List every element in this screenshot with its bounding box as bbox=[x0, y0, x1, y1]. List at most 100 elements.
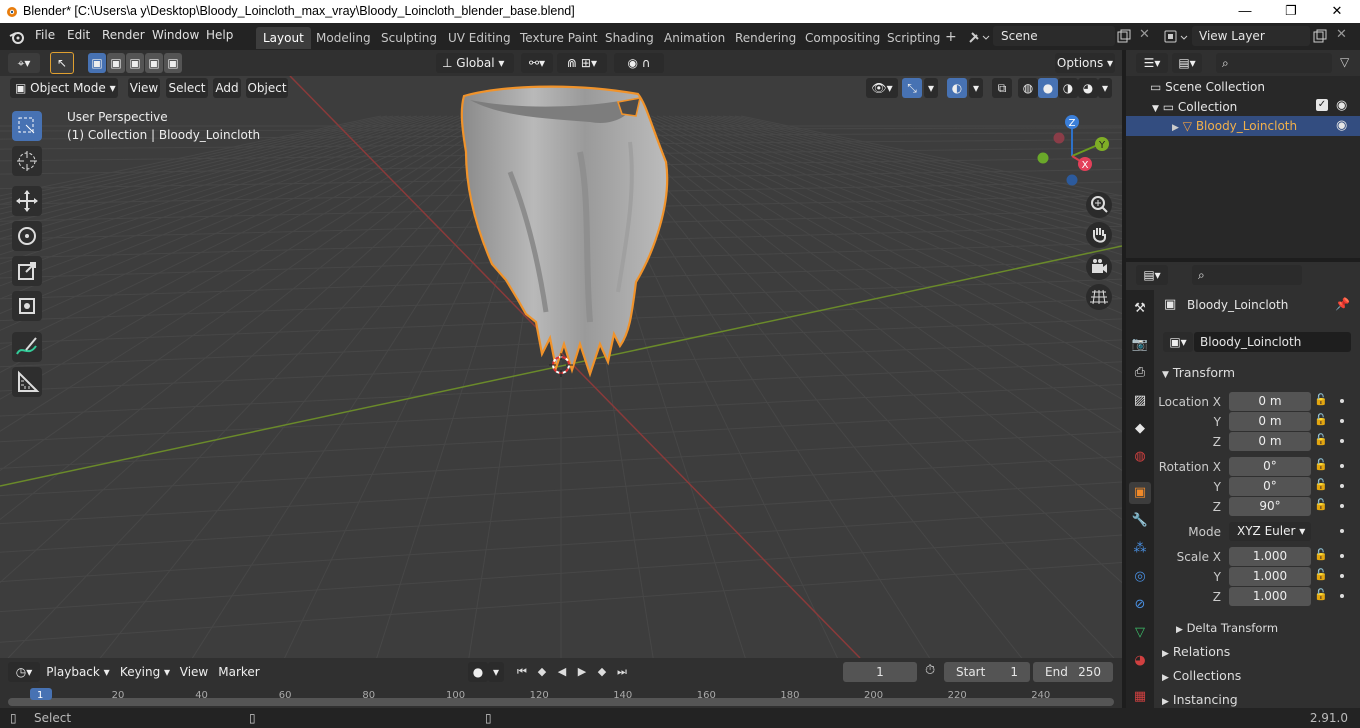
delta-transform-subpanel[interactable]: ▶ Delta Transform bbox=[1176, 621, 1278, 635]
keyframe-dot[interactable] bbox=[1340, 504, 1344, 508]
gizmo-dropdown[interactable]: ▾ bbox=[924, 78, 938, 98]
proportional-editing-controls[interactable]: ◉ ∩ bbox=[614, 53, 664, 73]
rotation-y-field[interactable]: 0° bbox=[1229, 477, 1311, 496]
remove-view-layer-icon[interactable]: ✕ bbox=[1336, 27, 1347, 42]
keyframe-dot[interactable] bbox=[1340, 419, 1344, 423]
add-workspace-icon[interactable]: + bbox=[945, 29, 957, 45]
rotation-x-field[interactable]: 0° bbox=[1229, 457, 1311, 476]
collection-visibility-icon[interactable]: ◉ bbox=[1336, 98, 1347, 113]
texture-tab-icon[interactable]: ▦ bbox=[1129, 686, 1151, 708]
location-z-field[interactable]: 0 m bbox=[1229, 432, 1311, 451]
camera-view-button[interactable] bbox=[1086, 254, 1112, 280]
transform-orientation-dropdown[interactable]: ⊥ Global ▾ bbox=[436, 53, 514, 73]
minimize-button[interactable]: — bbox=[1222, 0, 1268, 23]
tab-shading[interactable]: Shading bbox=[598, 27, 661, 49]
menu-object[interactable]: Object bbox=[246, 78, 288, 98]
keyframe-dot[interactable] bbox=[1340, 554, 1344, 558]
select-tool-toggle[interactable]: ↖ bbox=[50, 52, 74, 74]
navigation-gizmo[interactable]: Z Y X bbox=[1030, 112, 1122, 192]
object-mode-dropdown[interactable]: ▣ Object Mode ▾ bbox=[10, 78, 118, 98]
maximize-button[interactable]: ❐ bbox=[1268, 0, 1314, 23]
select-box-tool[interactable] bbox=[12, 111, 42, 141]
pan-view-button[interactable] bbox=[1086, 222, 1112, 248]
rotate-tool[interactable] bbox=[12, 221, 42, 251]
zoom-view-button[interactable] bbox=[1086, 192, 1112, 218]
menu-keying[interactable]: Keying ▾ bbox=[116, 662, 174, 682]
transform-panel-header[interactable]: ▼ Transform bbox=[1162, 365, 1235, 380]
pin-icon[interactable]: 📌 bbox=[1335, 297, 1350, 311]
collection-exclude-checkbox[interactable]: ✓ bbox=[1316, 99, 1328, 111]
relations-panel-header[interactable]: ▶ Relations bbox=[1162, 644, 1230, 659]
scene-tab-icon[interactable]: ◆ bbox=[1129, 418, 1151, 440]
keyframe-dot[interactable] bbox=[1340, 484, 1344, 488]
render-tab-icon[interactable]: 📷 bbox=[1129, 334, 1151, 356]
auto-keying-toggle[interactable]: ● bbox=[468, 662, 488, 682]
scale-z-field[interactable]: 1.000 bbox=[1229, 587, 1311, 606]
scene-collection-item[interactable]: ▭ Scene Collection bbox=[1150, 80, 1265, 94]
menu-add[interactable]: Add bbox=[213, 78, 241, 98]
tool-tab-icon[interactable]: ⚒ bbox=[1129, 298, 1151, 320]
play-icon[interactable]: ▶ bbox=[574, 664, 590, 680]
menu-select[interactable]: Select bbox=[166, 78, 208, 98]
lock-icon[interactable]: 🔓 bbox=[1314, 393, 1328, 406]
scene-field[interactable]: Scene bbox=[993, 26, 1115, 46]
stopwatch-icon[interactable]: ⏱ bbox=[925, 663, 935, 678]
menu-timeline-view[interactable]: View bbox=[178, 662, 210, 682]
keyframe-dot[interactable] bbox=[1340, 594, 1344, 598]
new-scene-icon[interactable] bbox=[1117, 29, 1131, 43]
lock-icon[interactable]: 🔓 bbox=[1314, 478, 1328, 491]
overlays-dropdown[interactable]: ▾ bbox=[969, 78, 983, 98]
collections-panel-header[interactable]: ▶ Collections bbox=[1162, 668, 1241, 683]
jump-to-keyframe-forward-icon[interactable]: ◆ bbox=[594, 664, 610, 680]
menu-file[interactable]: File bbox=[35, 28, 55, 42]
properties-editor-type[interactable]: ▤▾ bbox=[1136, 265, 1168, 285]
lock-icon[interactable]: 🔓 bbox=[1314, 548, 1328, 561]
start-frame-field[interactable]: Start 1 bbox=[944, 662, 1030, 682]
remove-scene-icon[interactable]: ✕ bbox=[1139, 27, 1150, 42]
display-mode-dropdown[interactable]: ▤▾ bbox=[1172, 53, 1202, 73]
material-tab-icon[interactable]: ◕ bbox=[1129, 650, 1151, 672]
tab-sculpting[interactable]: Sculpting bbox=[374, 27, 444, 49]
annotate-tool[interactable] bbox=[12, 332, 42, 362]
tab-modeling[interactable]: Modeling bbox=[309, 27, 378, 49]
rendered-shading-button[interactable]: ◕ bbox=[1078, 78, 1098, 98]
tab-compositing[interactable]: Compositing bbox=[798, 27, 887, 49]
menu-playback[interactable]: Playback ▾ bbox=[46, 662, 110, 682]
object-visibility-dropdown[interactable]: 👁▾ bbox=[866, 78, 898, 98]
wireframe-shading-button[interactable]: ◍ bbox=[1018, 78, 1038, 98]
output-tab-icon[interactable]: ⎙ bbox=[1129, 362, 1151, 384]
menu-help[interactable]: Help bbox=[206, 28, 233, 42]
lock-icon[interactable]: 🔓 bbox=[1314, 498, 1328, 511]
collection-item[interactable]: ▼ ▭ Collection bbox=[1152, 100, 1237, 114]
pivot-point-dropdown[interactable]: ⚯▾ bbox=[521, 53, 553, 73]
material-preview-button[interactable]: ◑ bbox=[1058, 78, 1078, 98]
keyframe-dot[interactable] bbox=[1340, 574, 1344, 578]
3d-viewport[interactable]: ▣ Object Mode ▾ View Select Add Object 👁… bbox=[0, 76, 1122, 658]
object-visibility-icon[interactable]: ◉ bbox=[1336, 118, 1347, 133]
measure-tool[interactable] bbox=[12, 367, 42, 397]
object-tab-icon[interactable]: ▣ bbox=[1129, 482, 1151, 504]
play-reverse-icon[interactable]: ◀ bbox=[554, 664, 570, 680]
rotation-z-field[interactable]: 90° bbox=[1229, 497, 1311, 516]
outliner-search-input[interactable]: ⌕ bbox=[1216, 53, 1332, 73]
gizmo-toggle[interactable]: ⤡ bbox=[902, 78, 922, 98]
new-view-layer-icon[interactable] bbox=[1313, 29, 1327, 43]
solid-shading-button[interactable]: ● bbox=[1038, 78, 1058, 98]
tab-uv-editing[interactable]: UV Editing bbox=[441, 27, 518, 49]
location-x-field[interactable]: 0 m bbox=[1229, 392, 1311, 411]
menu-edit[interactable]: Edit bbox=[67, 28, 90, 42]
world-tab-icon[interactable]: ◍ bbox=[1129, 446, 1151, 468]
keyframe-dot[interactable] bbox=[1340, 529, 1344, 533]
keying-set-dropdown[interactable]: ▾ bbox=[488, 662, 504, 682]
tab-rendering[interactable]: Rendering bbox=[728, 27, 803, 49]
object-name-field[interactable]: Bloody_Loincloth bbox=[1194, 332, 1351, 352]
select-mode-new[interactable]: ▣ bbox=[88, 53, 106, 73]
tab-texture-paint[interactable]: Texture Paint bbox=[513, 27, 604, 49]
menu-render[interactable]: Render bbox=[102, 28, 145, 42]
end-frame-field[interactable]: End 250 bbox=[1033, 662, 1113, 682]
particles-tab-icon[interactable]: ⁂ bbox=[1129, 538, 1151, 560]
options-dropdown[interactable]: Options ▾ bbox=[1055, 53, 1115, 73]
data-browse-dropdown[interactable]: ▣▾ bbox=[1163, 332, 1193, 352]
keyframe-dot[interactable] bbox=[1340, 464, 1344, 468]
object-item[interactable]: ▶ ▽ Bloody_Loincloth bbox=[1172, 119, 1297, 133]
